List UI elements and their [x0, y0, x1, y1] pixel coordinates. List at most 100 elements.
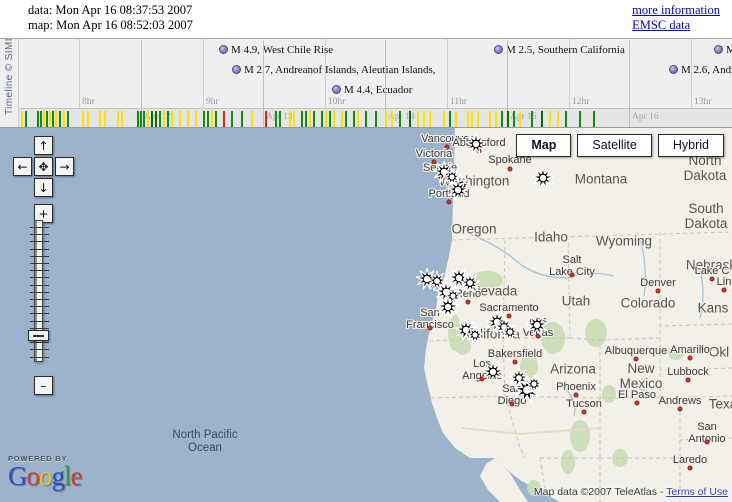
- pan-left-button[interactable]: ←: [13, 157, 32, 176]
- timeline-tick[interactable]: [179, 111, 181, 127]
- earthquake-marker[interactable]: [481, 360, 505, 383]
- timeline-tick[interactable]: [143, 111, 145, 127]
- timeline-widget[interactable]: Timeline © SIMILE 8hr 9hr 10hr 11hr 12hr 13hr…: [0, 38, 732, 128]
- timeline-event[interactable]: M 2.: [714, 44, 732, 56]
- timeline-tick[interactable]: [309, 111, 311, 127]
- timeline-tick[interactable]: [163, 111, 165, 127]
- timeline-tick[interactable]: [409, 111, 411, 127]
- timeline-tick[interactable]: [513, 111, 515, 127]
- timeline-tick[interactable]: [501, 111, 503, 127]
- timeline-tick[interactable]: [21, 111, 23, 127]
- timeline-event[interactable]: M 2.5, Southern California: [494, 44, 625, 56]
- timeline-tick[interactable]: [151, 111, 153, 127]
- earthquake-marker[interactable]: [525, 313, 549, 336]
- timeline-event[interactable]: M 4.9, West Chile Rise: [219, 44, 333, 56]
- timeline-tick[interactable]: [333, 111, 335, 127]
- timeline-tick[interactable]: [321, 111, 323, 127]
- timeline-tick[interactable]: [99, 111, 101, 127]
- timeline-tick[interactable]: [279, 111, 281, 127]
- zoom-out-button[interactable]: –: [34, 376, 53, 395]
- timeline-tick[interactable]: [49, 111, 51, 127]
- timeline-events-band[interactable]: 8hr 9hr 10hr 11hr 12hr 13hr M 4.9, West Chile …: [19, 39, 732, 108]
- timeline-tick[interactable]: [313, 111, 315, 127]
- timeline-tick[interactable]: [467, 111, 469, 127]
- timeline-tick[interactable]: [449, 111, 451, 127]
- timeline-tick[interactable]: [171, 111, 173, 127]
- timeline-tick[interactable]: [251, 111, 253, 127]
- timeline-tick[interactable]: [207, 111, 209, 127]
- timeline-event[interactable]: M 2.6, Andre: [669, 64, 732, 76]
- timeline-tick[interactable]: [147, 111, 149, 127]
- timeline-tick[interactable]: [489, 111, 491, 127]
- pan-right-button[interactable]: →: [55, 157, 74, 176]
- timeline-tick[interactable]: [275, 111, 277, 127]
- timeline-tick[interactable]: [443, 111, 445, 127]
- terms-of-use-link[interactable]: Terms of Use: [666, 486, 728, 498]
- timeline-tick[interactable]: [549, 111, 551, 127]
- timeline-tick[interactable]: [187, 111, 189, 127]
- earthquake-marker[interactable]: [436, 295, 460, 318]
- timeline-tick[interactable]: [541, 111, 543, 127]
- timeline-tick[interactable]: [211, 111, 213, 127]
- timeline-tick[interactable]: [59, 111, 61, 127]
- timeline-tick[interactable]: [341, 111, 343, 127]
- timeline-tick[interactable]: [301, 111, 303, 127]
- timeline-tick[interactable]: [375, 111, 377, 127]
- timeline-tick[interactable]: [557, 111, 559, 127]
- timeline-tick[interactable]: [365, 111, 367, 127]
- timeline-tick[interactable]: [82, 111, 84, 127]
- map-canvas[interactable]: North Pacific Ocean Montana North Dakota So…: [0, 128, 732, 502]
- timeline-tick[interactable]: [195, 111, 197, 127]
- earthquake-marker[interactable]: [524, 374, 544, 393]
- timeline-tick[interactable]: [265, 111, 267, 127]
- timeline-tick[interactable]: [231, 111, 233, 127]
- more-information-link[interactable]: more information: [632, 3, 720, 18]
- timeline-tick[interactable]: [477, 111, 479, 127]
- timeline-tick[interactable]: [565, 111, 567, 127]
- timeline-tick[interactable]: [417, 111, 419, 127]
- timeline-tick[interactable]: [46, 111, 48, 127]
- timeline-tick[interactable]: [531, 111, 533, 127]
- timeline-tick[interactable]: [455, 111, 457, 127]
- map-type-map-button[interactable]: Map: [516, 134, 572, 157]
- timeline-tick[interactable]: [579, 111, 581, 127]
- timeline-tick[interactable]: [25, 111, 27, 127]
- timeline-tick[interactable]: [63, 111, 65, 127]
- earthquake-marker[interactable]: [459, 272, 481, 293]
- timeline-tick[interactable]: [52, 111, 54, 127]
- timeline-tick[interactable]: [155, 111, 157, 127]
- emsc-data-link[interactable]: EMSC data: [632, 18, 720, 33]
- timeline-tick[interactable]: [140, 111, 142, 127]
- timeline-tick[interactable]: [121, 111, 123, 127]
- map-type-hybrid-button[interactable]: Hybrid: [657, 134, 724, 157]
- timeline-tick[interactable]: [293, 111, 295, 127]
- timeline-tick[interactable]: [117, 111, 119, 127]
- pan-down-button[interactable]: ↓: [34, 178, 53, 197]
- map-type-satellite-button[interactable]: Satellite: [577, 134, 652, 157]
- timeline-tick[interactable]: [40, 111, 42, 127]
- timeline-tick[interactable]: [289, 111, 291, 127]
- timeline-tick[interactable]: [167, 111, 169, 127]
- timeline-tick[interactable]: [55, 111, 57, 127]
- timeline-tick[interactable]: [399, 111, 401, 127]
- timeline-tick[interactable]: [471, 111, 473, 127]
- timeline-tick[interactable]: [203, 111, 205, 127]
- timeline-tick[interactable]: [37, 111, 39, 127]
- timeline-tick[interactable]: [593, 111, 595, 127]
- timeline-tick[interactable]: [353, 111, 355, 127]
- timeline-tick[interactable]: [43, 111, 45, 127]
- earthquake-marker[interactable]: [446, 178, 470, 201]
- timeline-tick[interactable]: [345, 111, 347, 127]
- earthquake-marker[interactable]: [464, 132, 488, 155]
- timeline-tick-band[interactable]: Apr 12 Apr 13 Apr 14 Apr 15 Apr 16: [19, 40, 732, 127]
- timeline-tick[interactable]: [241, 111, 243, 127]
- timeline-tick[interactable]: [357, 111, 359, 127]
- timeline-tick[interactable]: [305, 111, 307, 127]
- earthquake-marker[interactable]: [500, 322, 520, 341]
- timeline-tick[interactable]: [423, 111, 425, 127]
- timeline-tick[interactable]: [87, 111, 89, 127]
- timeline-tick[interactable]: [67, 111, 69, 127]
- zoom-slider-thumb[interactable]: [28, 330, 49, 341]
- pan-up-button[interactable]: ↑: [34, 136, 53, 155]
- timeline-tick[interactable]: [519, 111, 521, 127]
